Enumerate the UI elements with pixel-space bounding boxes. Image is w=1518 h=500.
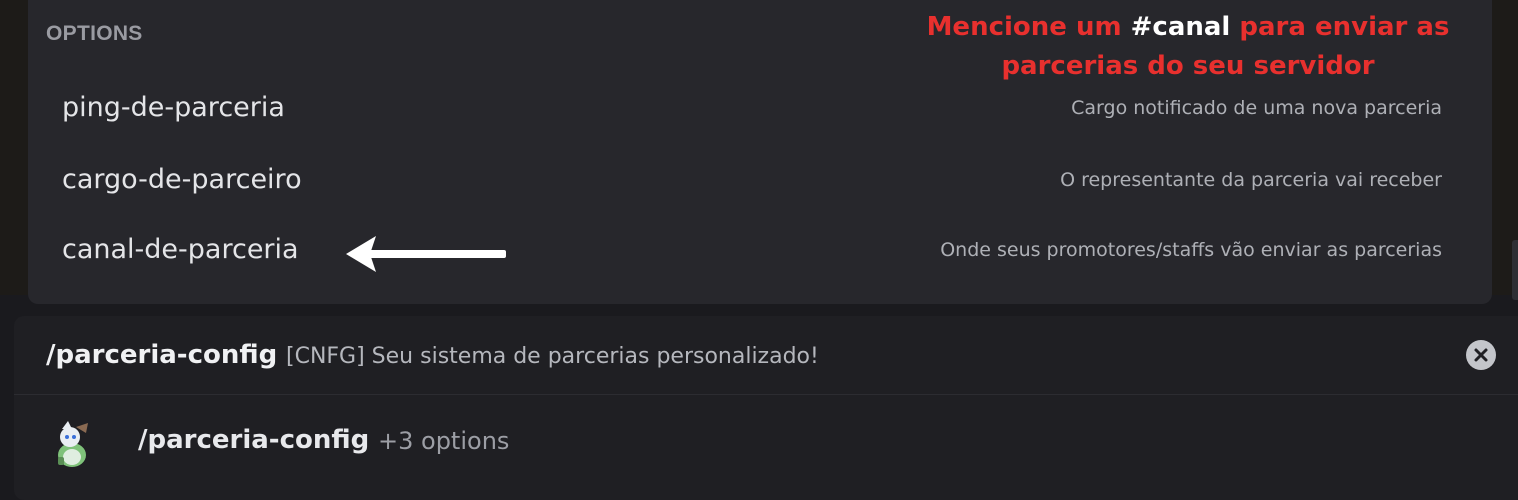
annotation-suffix: para enviar as (1230, 12, 1450, 42)
options-heading: OPTIONS (46, 22, 143, 45)
option-description: O representante da parceria vai receber (1060, 169, 1442, 191)
scrollbar[interactable] (1512, 240, 1518, 300)
annotation-highlight: #canal (1130, 12, 1231, 42)
close-icon[interactable] (1466, 340, 1496, 370)
command-header: /parceria-config [CNFG] Seu sistema de p… (14, 316, 1518, 395)
suggestion-options-count: +3 options (378, 427, 510, 455)
option-name: ping-de-parceria (62, 92, 285, 123)
option-canal-de-parceria[interactable]: canal-de-parceria Onde seus promotores/s… (28, 220, 1492, 280)
option-name: canal-de-parceria (62, 234, 299, 265)
option-description: Cargo notificado de uma nova parceria (1071, 97, 1442, 119)
command-panel: /parceria-config [CNFG] Seu sistema de p… (14, 316, 1518, 500)
options-panel: OPTIONS Mencione um #canal para enviar a… (28, 0, 1492, 304)
option-description: Onde seus promotores/staffs vão enviar a… (940, 239, 1442, 261)
option-cargo-de-parceiro[interactable]: cargo-de-parceiro O representante da par… (28, 150, 1492, 210)
command-title: /parceria-config (46, 340, 278, 370)
option-ping-de-parceria[interactable]: ping-de-parceria Cargo notificado de uma… (28, 78, 1492, 138)
suggestion-command: /parceria-config (138, 425, 370, 455)
annotation-prefix: Mencione um (926, 12, 1131, 42)
annotation-line2: parcerias do seu servidor (1001, 51, 1375, 81)
arrow-left-icon (346, 236, 506, 272)
command-subtitle: [CNFG] Seu sistema de parcerias personal… (286, 344, 819, 369)
command-suggestion[interactable]: /parceria-config +3 options (14, 395, 1518, 500)
bot-avatar-icon (58, 421, 88, 467)
option-name: cargo-de-parceiro (62, 164, 302, 195)
annotation-text: Mencione um #canal para enviar as parcer… (908, 8, 1468, 86)
